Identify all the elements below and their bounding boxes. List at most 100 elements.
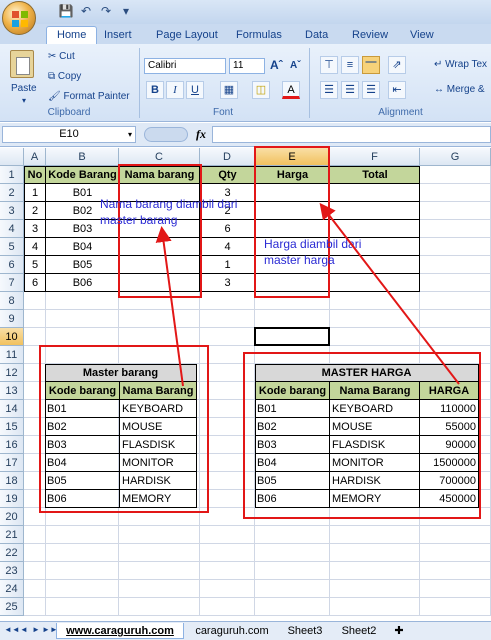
- sheet-tab-www-caraguruh[interactable]: www.caraguruh.com: [56, 623, 184, 639]
- master-harga-cell[interactable]: MOUSE: [330, 418, 420, 436]
- formula-input[interactable]: [212, 126, 491, 143]
- redo-icon[interactable]: ↷: [98, 4, 114, 18]
- main-table-header[interactable]: Qty: [200, 166, 255, 184]
- column-header-e[interactable]: E: [255, 148, 330, 166]
- master-harga-cell[interactable]: MEMORY: [330, 490, 420, 508]
- indent-icon[interactable]: ⇤: [388, 81, 406, 99]
- borders-icon[interactable]: ▦: [220, 81, 238, 99]
- tab-home[interactable]: Home: [46, 26, 98, 45]
- name-box-dropdown-icon[interactable]: ▾: [128, 127, 132, 142]
- active-cell-e10[interactable]: [254, 327, 330, 346]
- select-all-corner[interactable]: [0, 148, 24, 166]
- align-right-icon[interactable]: ☰: [362, 81, 380, 99]
- row-header-21[interactable]: 21: [0, 526, 24, 544]
- master-harga-cell[interactable]: 110000: [420, 400, 478, 418]
- master-barang-cell[interactable]: B03: [45, 436, 120, 454]
- master-barang-cell[interactable]: MOUSE: [120, 418, 196, 436]
- master-barang-cell[interactable]: B04: [45, 454, 120, 472]
- row-header-19[interactable]: 19: [0, 490, 24, 508]
- row-header-3[interactable]: 3: [0, 202, 24, 220]
- wrap-text-button[interactable]: ↵ Wrap Tex: [434, 58, 487, 72]
- master-harga-cell[interactable]: B02: [255, 418, 330, 436]
- master-harga-cell[interactable]: B01: [255, 400, 330, 418]
- column-header-g[interactable]: G: [420, 148, 491, 166]
- font-name-select[interactable]: Calibri: [144, 58, 226, 74]
- main-table-cell[interactable]: 6: [24, 274, 46, 292]
- grow-font-icon[interactable]: Aˆ: [270, 58, 283, 72]
- row-header-25[interactable]: 25: [0, 598, 24, 616]
- master-harga-cell[interactable]: FLASDISK: [330, 436, 420, 454]
- row-header-1[interactable]: 1: [0, 166, 24, 184]
- main-table-header[interactable]: Nama barang: [119, 166, 200, 184]
- master-barang-cell[interactable]: HARDISK: [120, 472, 196, 490]
- sheet-tab-sheet2[interactable]: Sheet2: [334, 623, 384, 639]
- font-color-icon[interactable]: A: [282, 81, 300, 99]
- row-header-5[interactable]: 5: [0, 238, 24, 256]
- column-header-c[interactable]: C: [119, 148, 200, 166]
- align-center-icon[interactable]: ☰: [341, 81, 359, 99]
- tab-data[interactable]: Data: [305, 27, 328, 44]
- customize-qat-icon[interactable]: ▾: [118, 4, 134, 18]
- main-table-cell[interactable]: B05: [46, 256, 119, 274]
- row-header-23[interactable]: 23: [0, 562, 24, 580]
- master-harga-cell[interactable]: 700000: [420, 472, 478, 490]
- row-header-13[interactable]: 13: [0, 382, 24, 400]
- master-harga-cell[interactable]: B05: [255, 472, 330, 490]
- master-barang-cell[interactable]: KEYBOARD: [120, 400, 196, 418]
- row-header-4[interactable]: 4: [0, 220, 24, 238]
- column-header-f[interactable]: F: [330, 148, 420, 166]
- shrink-font-icon[interactable]: Aˇ: [290, 59, 301, 73]
- save-icon[interactable]: 💾: [58, 4, 74, 18]
- main-table-cell[interactable]: B04: [46, 238, 119, 256]
- row-header-2[interactable]: 2: [0, 184, 24, 202]
- sheet-tab-sheet3[interactable]: Sheet3: [280, 623, 330, 639]
- master-harga-cell[interactable]: 1500000: [420, 454, 478, 472]
- row-header-10[interactable]: 10: [0, 328, 24, 346]
- master-harga-cell[interactable]: HARDISK: [330, 472, 420, 490]
- fill-color-icon[interactable]: ◫: [252, 81, 270, 99]
- main-table-cell[interactable]: 4: [200, 238, 255, 256]
- tab-review[interactable]: Review: [352, 27, 388, 44]
- align-left-icon[interactable]: ☰: [320, 81, 338, 99]
- main-table-header[interactable]: Kode Barang: [46, 166, 119, 184]
- master-barang-cell[interactable]: FLASDISK: [120, 436, 196, 454]
- main-table-cell[interactable]: 1: [200, 256, 255, 274]
- row-header-17[interactable]: 17: [0, 454, 24, 472]
- first-sheet-icon[interactable]: ◄◄: [4, 625, 20, 634]
- insert-function-icon[interactable]: fx: [196, 127, 206, 142]
- align-top-icon[interactable]: ⊤: [320, 56, 338, 74]
- master-harga-cell[interactable]: 55000: [420, 418, 478, 436]
- italic-button[interactable]: I: [166, 81, 184, 99]
- insert-sheet-icon[interactable]: ✚: [390, 623, 408, 639]
- main-table-cell[interactable]: 4: [24, 238, 46, 256]
- main-table-cell[interactable]: 2: [24, 202, 46, 220]
- tab-insert[interactable]: Insert: [104, 27, 132, 44]
- master-harga-cell[interactable]: B04: [255, 454, 330, 472]
- master-barang-cell[interactable]: MONITOR: [120, 454, 196, 472]
- sheet-tab-caraguruh[interactable]: caraguruh.com: [188, 623, 276, 639]
- master-barang-cell[interactable]: B02: [45, 418, 120, 436]
- copy-button[interactable]: ⧉ Copy: [48, 70, 81, 84]
- row-header-18[interactable]: 18: [0, 472, 24, 490]
- row-header-22[interactable]: 22: [0, 544, 24, 562]
- master-harga-cell[interactable]: B03: [255, 436, 330, 454]
- tab-formulas[interactable]: Formulas: [236, 27, 282, 44]
- bold-button[interactable]: B: [146, 81, 164, 99]
- row-header-20[interactable]: 20: [0, 508, 24, 526]
- main-table-header[interactable]: No: [24, 166, 46, 184]
- row-header-9[interactable]: 9: [0, 310, 24, 328]
- row-header-24[interactable]: 24: [0, 580, 24, 598]
- next-sheet-icon[interactable]: ►: [32, 625, 40, 634]
- merge-button[interactable]: ↔ Merge &: [434, 83, 485, 97]
- column-header-a[interactable]: A: [24, 148, 46, 166]
- tab-page-layout[interactable]: Page Layout: [156, 27, 218, 44]
- format-painter-button[interactable]: 🖌 Format Painter: [48, 90, 130, 104]
- row-header-16[interactable]: 16: [0, 436, 24, 454]
- main-table-cell[interactable]: 3: [200, 274, 255, 292]
- master-barang-cell[interactable]: B01: [45, 400, 120, 418]
- column-header-b[interactable]: B: [46, 148, 119, 166]
- cut-button[interactable]: ✂ Cut: [48, 50, 75, 64]
- row-header-15[interactable]: 15: [0, 418, 24, 436]
- main-table-cell[interactable]: 3: [24, 220, 46, 238]
- master-barang-cell[interactable]: MEMORY: [120, 490, 196, 508]
